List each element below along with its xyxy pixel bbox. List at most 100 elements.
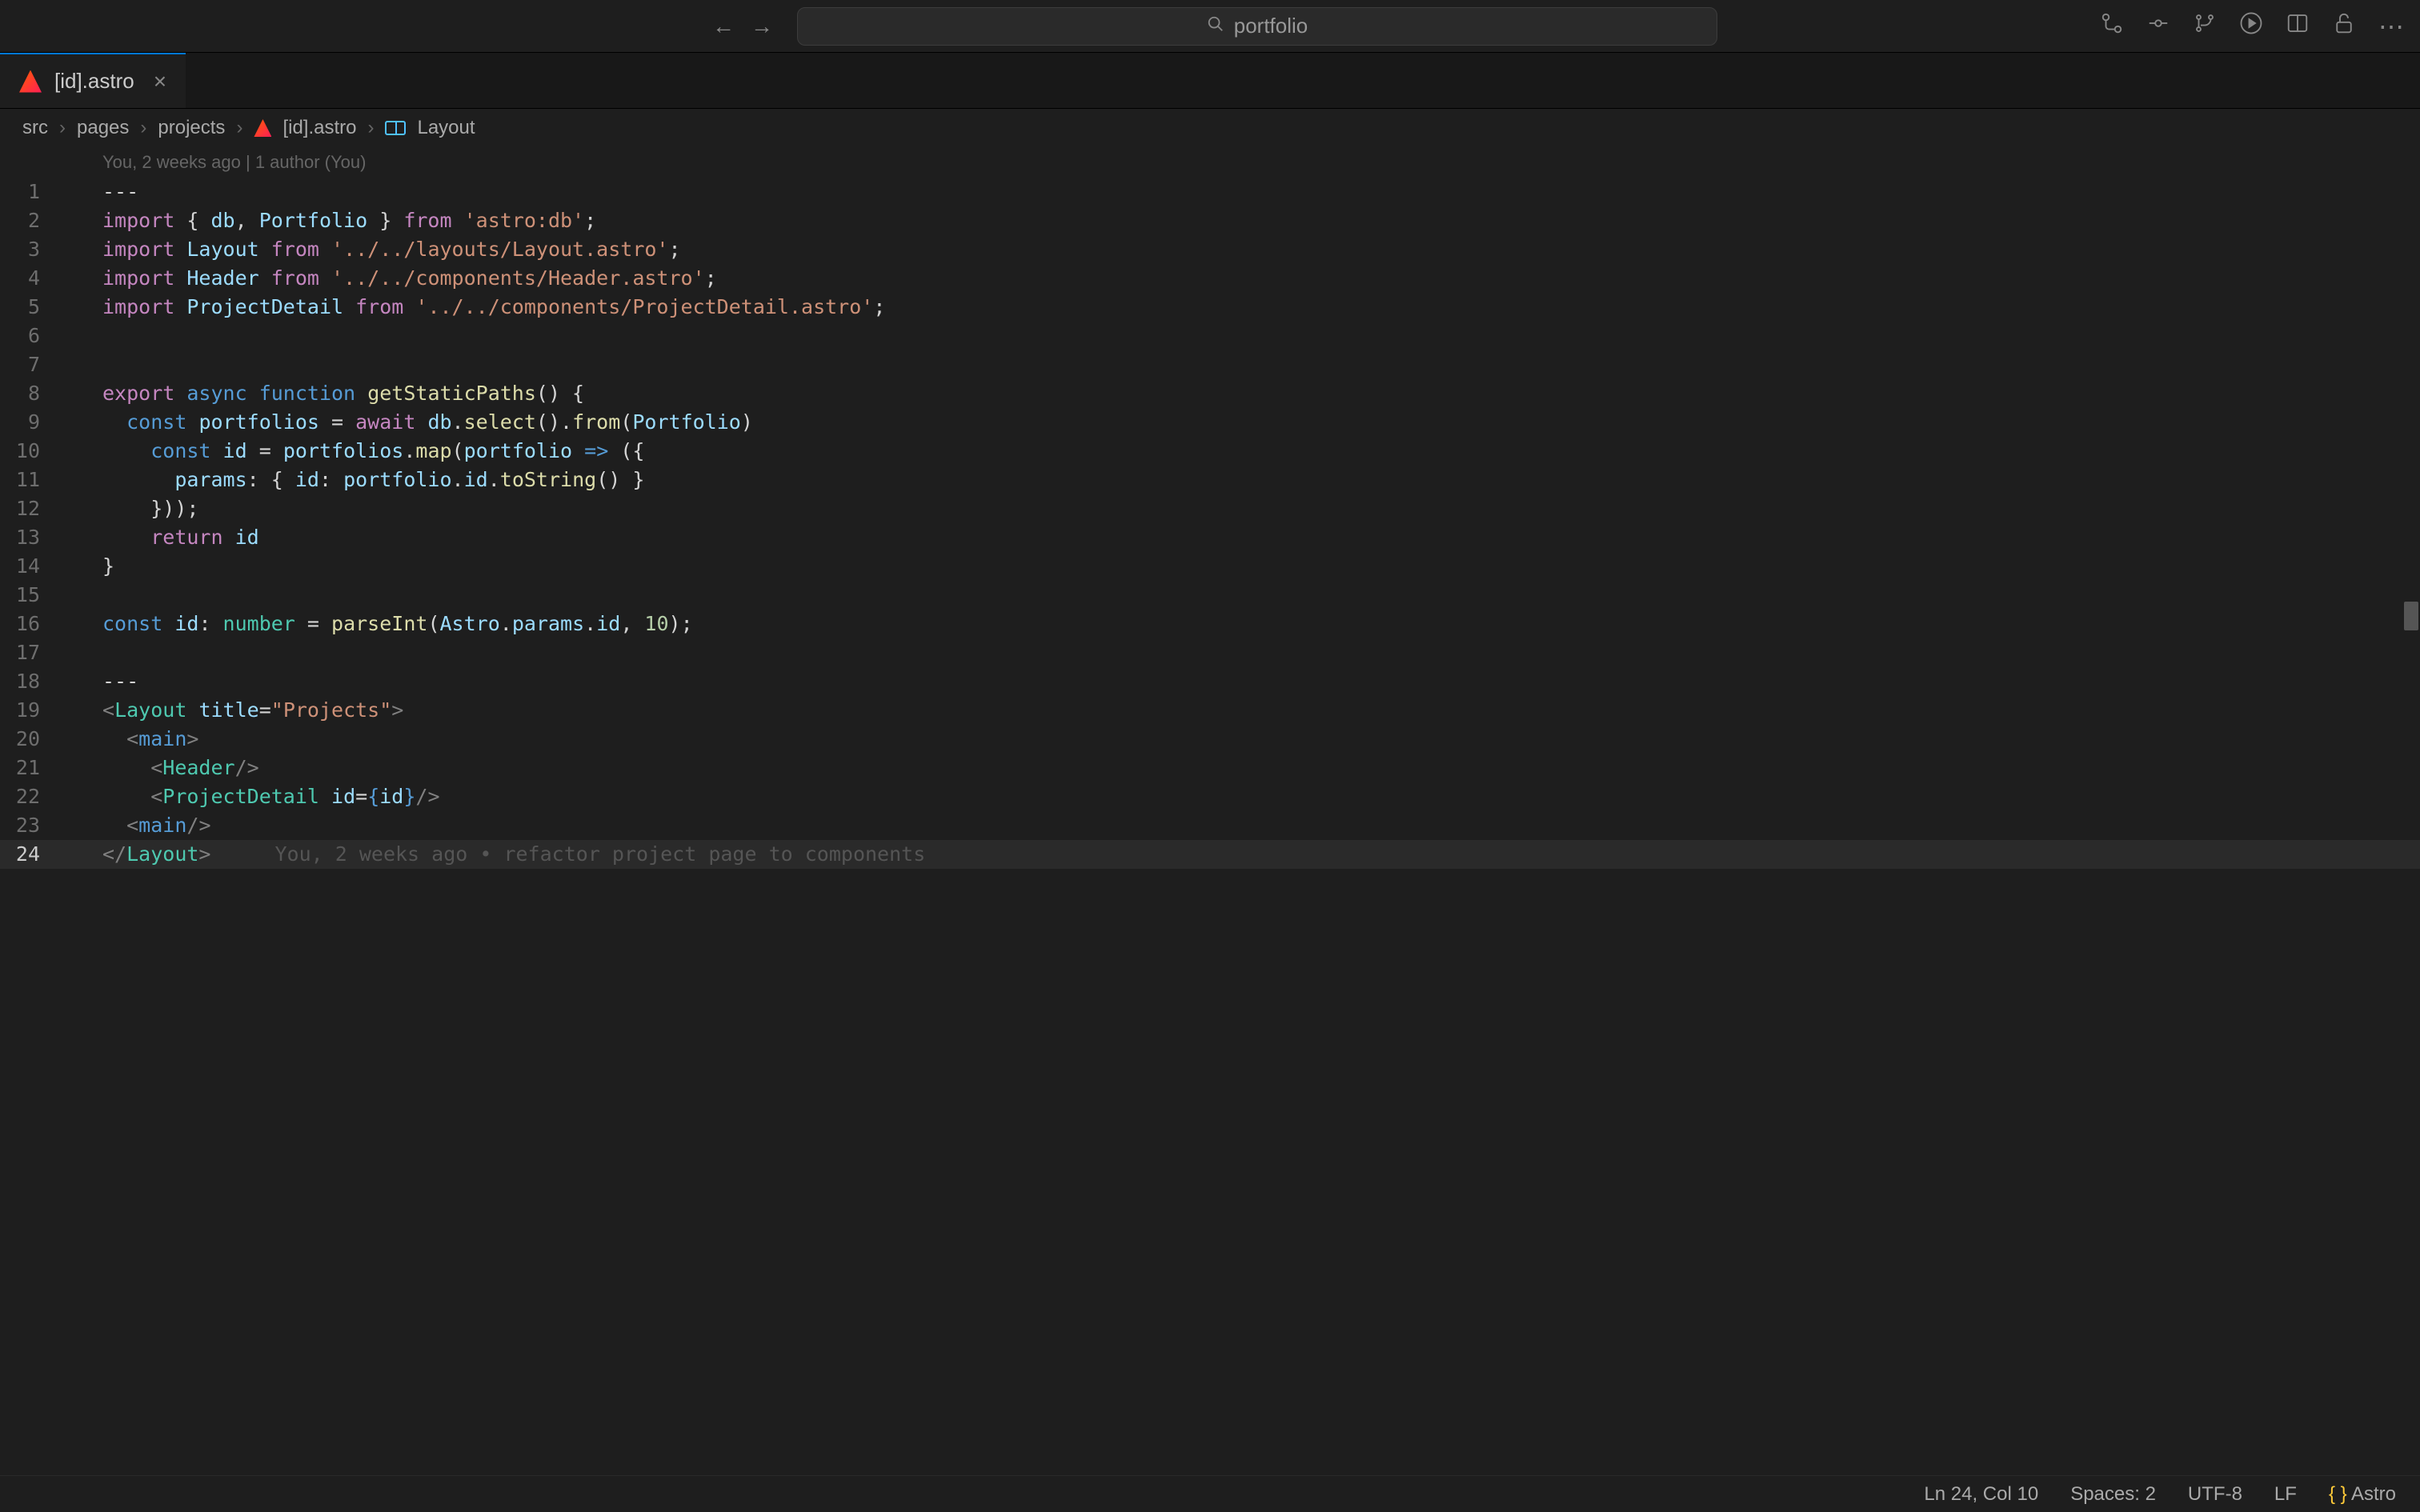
code-line[interactable]: 11 params: { id: portfolio.id.toString()… — [0, 466, 2420, 494]
titlebar: ← → portfolio ⋯ — [0, 0, 2420, 53]
code-line[interactable]: 5import ProjectDetail from '../../compon… — [0, 293, 2420, 322]
line-number[interactable]: 18 — [0, 667, 64, 696]
line-number[interactable]: 21 — [0, 754, 64, 782]
breadcrumb-part[interactable]: pages — [77, 117, 129, 139]
line-number[interactable]: 1 — [0, 178, 64, 206]
line-number[interactable]: 22 — [0, 782, 64, 811]
line-number[interactable]: 11 — [0, 466, 64, 494]
minimap-marker[interactable] — [2404, 602, 2418, 630]
line-content[interactable]: } — [64, 552, 114, 581]
code-line[interactable]: 6 — [0, 322, 2420, 350]
code-line[interactable]: 23 <main/> — [0, 811, 2420, 840]
line-content[interactable]: import ProjectDetail from '../../compone… — [64, 293, 885, 322]
git-branch-icon[interactable] — [2193, 11, 2217, 42]
code-line[interactable]: 9 const portfolios = await db.select().f… — [0, 408, 2420, 437]
blame-annotation[interactable]: You, 2 weeks ago • refactor project page… — [274, 842, 925, 866]
chevron-right-icon: › — [140, 117, 146, 139]
code-line[interactable]: 2import { db, Portfolio } from 'astro:db… — [0, 206, 2420, 235]
run-icon[interactable] — [2239, 11, 2263, 42]
line-number[interactable]: 9 — [0, 408, 64, 437]
chevron-right-icon: › — [59, 117, 66, 139]
git-compare-icon[interactable] — [2100, 11, 2124, 42]
code-line[interactable]: 7 — [0, 350, 2420, 379]
code-line[interactable]: 3import Layout from '../../layouts/Layou… — [0, 235, 2420, 264]
line-content[interactable]: })); — [64, 494, 198, 523]
breadcrumb-part[interactable]: [id].astro — [282, 117, 356, 139]
line-number[interactable]: 12 — [0, 494, 64, 523]
braces-icon: { } — [2329, 1483, 2347, 1505]
status-eol[interactable]: LF — [2274, 1483, 2297, 1506]
line-content[interactable]: export async function getStaticPaths() { — [64, 379, 584, 408]
line-number[interactable]: 14 — [0, 552, 64, 581]
code-line[interactable]: 4import Header from '../../components/He… — [0, 264, 2420, 293]
code-line[interactable]: 14} — [0, 552, 2420, 581]
code-line[interactable]: 13 return id — [0, 523, 2420, 552]
editor[interactable]: 1---2import { db, Portfolio } from 'astr… — [0, 178, 2420, 869]
code-line[interactable]: 1--- — [0, 178, 2420, 206]
line-number[interactable]: 13 — [0, 523, 64, 552]
status-encoding[interactable]: UTF-8 — [2188, 1483, 2242, 1506]
nav-back-icon[interactable]: ← — [712, 14, 735, 39]
tab-bar: [id].astro × — [0, 53, 2420, 109]
line-number[interactable]: 2 — [0, 206, 64, 235]
code-line[interactable]: 16const id: number = parseInt(Astro.para… — [0, 610, 2420, 638]
code-line[interactable]: 18--- — [0, 667, 2420, 696]
line-content[interactable]: <Header/> — [64, 754, 259, 782]
line-number[interactable]: 8 — [0, 379, 64, 408]
line-content[interactable]: </Layout>You, 2 weeks ago • refactor pro… — [64, 840, 925, 869]
status-indent[interactable]: Spaces: 2 — [2070, 1483, 2156, 1506]
code-line[interactable]: 8export async function getStaticPaths() … — [0, 379, 2420, 408]
breadcrumb-part[interactable]: projects — [158, 117, 225, 139]
line-content[interactable]: <ProjectDetail id={id}/> — [64, 782, 440, 811]
line-content[interactable]: import { db, Portfolio } from 'astro:db'… — [64, 206, 596, 235]
split-editor-icon[interactable] — [2286, 11, 2310, 42]
nav-forward-icon[interactable]: → — [751, 14, 773, 39]
code-line[interactable]: 22 <ProjectDetail id={id}/> — [0, 782, 2420, 811]
line-content[interactable]: --- — [64, 178, 138, 206]
line-number[interactable]: 20 — [0, 725, 64, 754]
line-content[interactable]: <main/> — [64, 811, 211, 840]
more-actions-icon[interactable]: ⋯ — [2378, 11, 2404, 42]
line-number[interactable]: 7 — [0, 350, 64, 379]
line-number[interactable]: 16 — [0, 610, 64, 638]
line-number[interactable]: 5 — [0, 293, 64, 322]
line-number[interactable]: 23 — [0, 811, 64, 840]
line-content[interactable]: <Layout title="Projects"> — [64, 696, 403, 725]
code-line[interactable]: 20 <main> — [0, 725, 2420, 754]
line-content[interactable]: params: { id: portfolio.id.toString() } — [64, 466, 644, 494]
command-center-search[interactable]: portfolio — [797, 7, 1717, 46]
status-cursor[interactable]: Ln 24, Col 10 — [1924, 1483, 2038, 1506]
line-number[interactable]: 3 — [0, 235, 64, 264]
line-content[interactable]: import Header from '../../components/Hea… — [64, 264, 717, 293]
lock-icon[interactable] — [2332, 11, 2356, 42]
code-line[interactable]: 24</Layout>You, 2 weeks ago • refactor p… — [0, 840, 2420, 869]
line-number[interactable]: 6 — [0, 322, 64, 350]
line-content[interactable]: <main> — [64, 725, 198, 754]
line-number[interactable]: 19 — [0, 696, 64, 725]
breadcrumb-part[interactable]: Layout — [417, 117, 475, 139]
line-content[interactable]: const portfolios = await db.select().fro… — [64, 408, 753, 437]
code-line[interactable]: 19<Layout title="Projects"> — [0, 696, 2420, 725]
line-number[interactable]: 15 — [0, 581, 64, 610]
code-line[interactable]: 10 const id = portfolios.map(portfolio =… — [0, 437, 2420, 466]
line-content[interactable]: return id — [64, 523, 259, 552]
line-number[interactable]: 10 — [0, 437, 64, 466]
git-commit-icon[interactable] — [2146, 11, 2170, 42]
breadcrumb-part[interactable]: src — [22, 117, 48, 139]
status-language[interactable]: { } Astro — [2329, 1483, 2396, 1506]
code-line[interactable]: 12 })); — [0, 494, 2420, 523]
tab-close-icon[interactable]: × — [154, 69, 166, 94]
blame-header[interactable]: You, 2 weeks ago | 1 author (You) — [0, 147, 2420, 178]
code-line[interactable]: 21 <Header/> — [0, 754, 2420, 782]
line-content[interactable]: const id: number = parseInt(Astro.params… — [64, 610, 693, 638]
line-content[interactable]: --- — [64, 667, 138, 696]
breadcrumb[interactable]: src › pages › projects › [id].astro › La… — [0, 109, 2420, 147]
line-number[interactable]: 4 — [0, 264, 64, 293]
line-content[interactable]: import Layout from '../../layouts/Layout… — [64, 235, 681, 264]
code-line[interactable]: 15 — [0, 581, 2420, 610]
line-content[interactable]: const id = portfolios.map(portfolio => (… — [64, 437, 644, 466]
tab-active[interactable]: [id].astro × — [0, 53, 186, 108]
line-number[interactable]: 24 — [0, 840, 64, 869]
code-line[interactable]: 17 — [0, 638, 2420, 667]
line-number[interactable]: 17 — [0, 638, 64, 667]
